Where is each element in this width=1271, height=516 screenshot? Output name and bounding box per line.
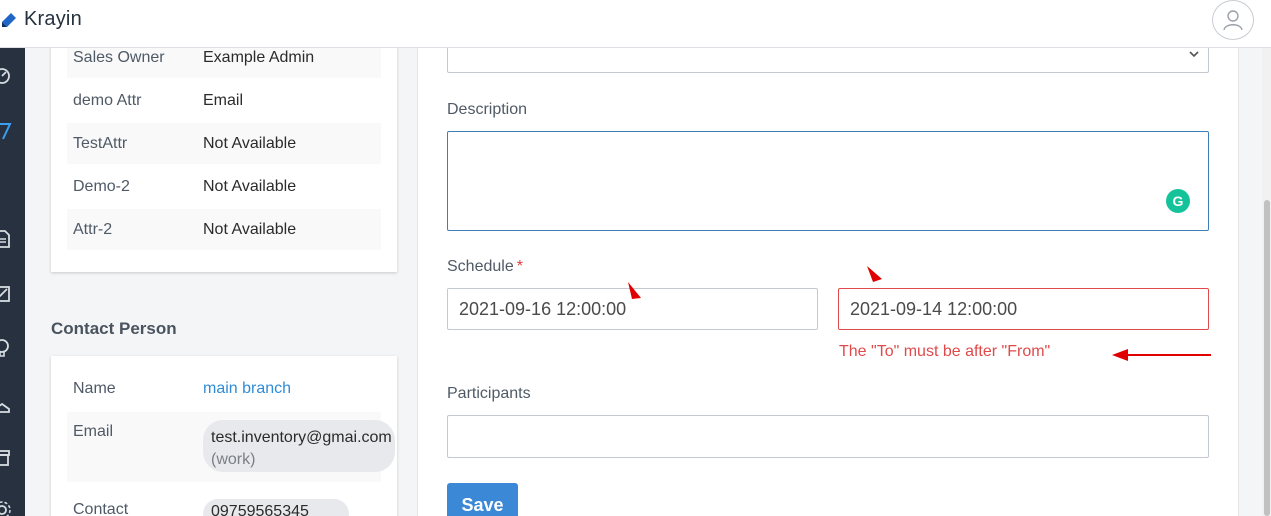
scrollbar-thumb[interactable] — [1264, 200, 1270, 516]
contact-phone-value: 09759565345 — [211, 503, 309, 516]
contact-phone-label: Contact — [73, 501, 129, 516]
contact-section-title: Contact Person — [51, 319, 177, 338]
contact-email-pill[interactable]: test.inventory@gmai.com (work) — [203, 420, 395, 472]
detail-key: Demo-2 — [73, 178, 130, 195]
save-button[interactable]: Save — [447, 483, 518, 516]
participants-label: Participants — [447, 385, 531, 402]
detail-key: Sales Owner — [73, 49, 165, 66]
detail-key: demo Attr — [73, 92, 142, 109]
description-label: Description — [447, 101, 528, 118]
contact-name-link[interactable]: main branch — [203, 380, 291, 398]
detail-key: TestAttr — [73, 135, 128, 152]
lead-details-card: Sales Owner Example Admin demo Attr Emai… — [51, 37, 397, 272]
detail-value: Email — [203, 92, 244, 109]
quotes-document-icon[interactable] — [0, 229, 12, 249]
page-scrollbar[interactable] — [1262, 48, 1271, 516]
contacts-icon[interactable] — [0, 394, 12, 414]
leads-filter-icon[interactable] — [0, 121, 12, 141]
mail-edit-icon[interactable] — [0, 284, 12, 304]
contact-email-value: test.inventory@gmai.com — [211, 429, 392, 446]
detail-row-demo-2: Demo-2 Not Available — [67, 166, 381, 207]
contact-phone-pill[interactable]: 09759565345 — [203, 499, 349, 516]
user-avatar-icon[interactable] — [1212, 0, 1254, 40]
brand-name: Krayin — [24, 8, 82, 30]
contact-person-card: Name main branch Email test.inventory@gm… — [51, 356, 397, 516]
grammarly-icon[interactable]: G — [1166, 189, 1190, 213]
schedule-from-input[interactable]: 2021-09-16 12:00:00 — [447, 288, 818, 330]
description-textarea[interactable] — [447, 131, 1209, 231]
side-navigation — [0, 48, 25, 516]
schedule-label-text: Schedule — [447, 258, 514, 275]
krayin-logo-icon — [2, 12, 16, 27]
dashboard-icon[interactable] — [0, 66, 12, 86]
detail-row-attr-2: Attr-2 Not Available — [67, 209, 381, 250]
detail-row-demo-attr: demo Attr Email — [67, 80, 381, 121]
contact-name-label: Name — [73, 380, 116, 397]
required-star: * — [516, 258, 523, 275]
activities-icon[interactable] — [0, 338, 12, 358]
detail-row-testattr: TestAttr Not Available — [67, 123, 381, 164]
detail-value: Not Available — [203, 221, 297, 238]
chevron-down-icon — [1189, 51, 1199, 58]
brand-logo[interactable]: Krayin — [0, 8, 82, 31]
detail-value: Example Admin — [203, 49, 315, 66]
detail-key: Attr-2 — [73, 221, 113, 238]
top-header: Krayin — [0, 0, 1271, 48]
contact-email-type: (work) — [211, 451, 256, 468]
participants-input[interactable] — [447, 415, 1209, 458]
settings-gear-icon[interactable] — [0, 500, 12, 516]
contact-email-label: Email — [73, 423, 114, 440]
schedule-label: Schedule * — [447, 258, 523, 276]
detail-value: Not Available — [203, 178, 297, 195]
products-box-icon[interactable] — [0, 447, 12, 467]
detail-value: Not Available — [203, 135, 297, 152]
person-icon — [1223, 10, 1243, 31]
schedule-error-message: The "To" must be after "From" — [839, 343, 1051, 360]
schedule-to-input[interactable]: 2021-09-14 12:00:00 — [838, 288, 1209, 330]
